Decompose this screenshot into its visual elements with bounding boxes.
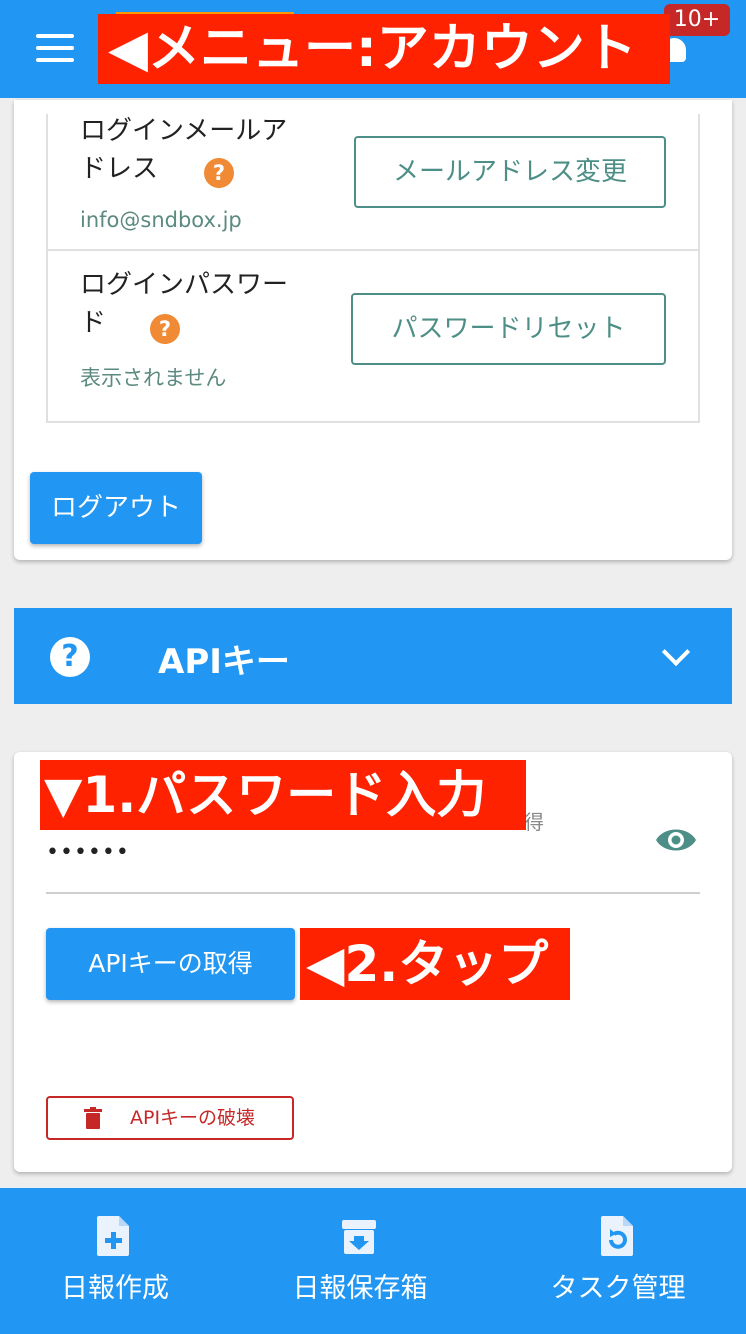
file-plus-icon — [97, 1216, 129, 1256]
get-api-key-button[interactable]: APIキーの取得 — [46, 928, 295, 1000]
destroy-api-key-label: APIキーの破壊 — [130, 1107, 256, 1129]
annotation-step1-password: ▼1.パスワード入力 — [40, 760, 526, 830]
api-section-title: APIキー — [158, 642, 290, 682]
nav-label-report-archive: 日報保存箱 — [292, 1273, 428, 1304]
password-input-underline — [46, 892, 700, 894]
change-email-button[interactable]: メールアドレス変更 — [354, 136, 666, 208]
notification-badge: 10+ — [664, 4, 730, 36]
file-refresh-icon — [601, 1216, 633, 1256]
bottom-navigation: 日報作成 日報保存箱 タスク管理 — [0, 1188, 746, 1334]
password-title: ログインパスワード — [80, 270, 289, 338]
annotation-menu-account: ◀メニュー:アカウント — [98, 14, 670, 84]
archive-icon — [342, 1220, 376, 1254]
nav-item-create-report[interactable]: 日報作成 — [0, 1188, 230, 1334]
password-field-label: 得 — [524, 810, 544, 834]
password-help-icon[interactable]: ? — [150, 314, 180, 344]
destroy-api-key-button[interactable]: APIキーの破壊 — [46, 1096, 294, 1140]
nav-item-task-management[interactable]: タスク管理 — [502, 1188, 734, 1334]
account-card: ログインメールアドレス ? info@sndbox.jp メールアドレス変更 ロ… — [14, 100, 732, 560]
login-info-table: ログインメールアドレス ? info@sndbox.jp メールアドレス変更 ロ… — [46, 114, 700, 423]
api-key-card: 得 ▼1.パスワード入力 •••••• APIキーの取得 ◀2.タップ APIキ… — [14, 752, 732, 1172]
row-divider — [48, 249, 698, 251]
password-value: 表示されません — [80, 366, 227, 390]
annotation-step2-tap: ◀2.タップ — [300, 928, 570, 1000]
password-input[interactable]: •••••• — [46, 840, 130, 865]
menu-icon[interactable] — [36, 34, 74, 62]
trash-icon — [84, 1107, 102, 1129]
eye-icon[interactable] — [654, 824, 698, 856]
logout-button[interactable]: ログアウト — [30, 472, 202, 544]
nav-label-task-management: タスク管理 — [550, 1273, 686, 1304]
email-value: info@sndbox.jp — [80, 208, 242, 232]
email-title: ログインメールアドレス — [80, 116, 288, 184]
api-key-section-header[interactable]: ? APIキー — [14, 608, 732, 704]
reset-password-button[interactable]: パスワードリセット — [351, 293, 666, 365]
nav-item-report-archive[interactable]: 日報保存箱 — [245, 1188, 475, 1334]
api-help-icon[interactable]: ? — [50, 637, 90, 677]
email-help-icon[interactable]: ? — [204, 158, 234, 188]
nav-label-create-report: 日報作成 — [61, 1273, 169, 1304]
chevron-down-icon[interactable] — [661, 637, 691, 667]
